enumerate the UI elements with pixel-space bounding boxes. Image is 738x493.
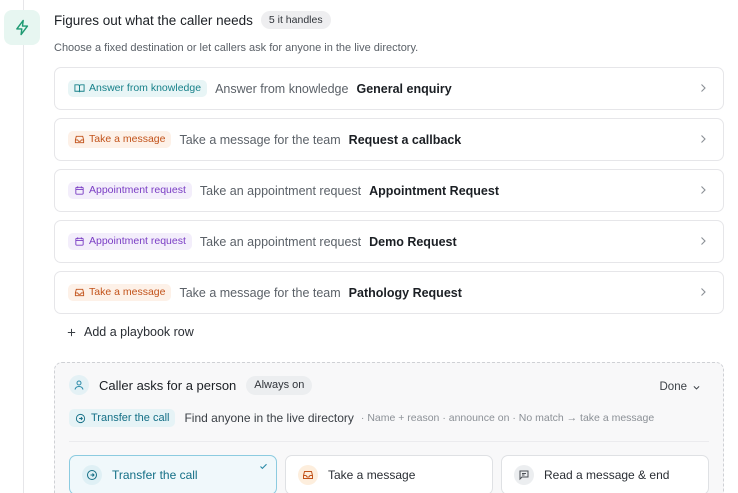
option-take-message[interactable]: Take a message [285, 455, 493, 493]
playbook-row[interactable]: Appointment request Take an appointment … [54, 220, 724, 263]
action-badge-label: Answer from knowledge [89, 81, 202, 94]
action-badge: Take a message [68, 130, 172, 149]
step-title: Figures out what the caller needs [54, 12, 253, 28]
option-transfer-call[interactable]: Transfer the call [69, 455, 277, 493]
row-name: Pathology Request [348, 285, 462, 300]
action-badge: Take a message [68, 283, 172, 302]
playbook-row[interactable]: Take a message Take a message for the te… [54, 118, 724, 161]
caller-asks-person-panel: Caller asks for a person Always on Done … [54, 362, 724, 493]
action-badge-label: Take a message [89, 132, 166, 145]
check-icon [260, 463, 267, 470]
step-subtitle: Choose a fixed destination or let caller… [54, 42, 419, 54]
person-header: Caller asks for a person Always on [69, 375, 313, 395]
option-label: Transfer the call [112, 468, 198, 482]
step-icon-tile [4, 10, 40, 45]
inbox-icon [74, 288, 85, 297]
action-badge-label: Take a message [89, 285, 166, 298]
lightning-icon [15, 19, 28, 36]
chevron-down-icon [693, 385, 700, 390]
row-name: Request a callback [348, 132, 462, 147]
person-options: Transfer the call Take a message Read a … [69, 455, 709, 493]
inbox-icon [74, 135, 85, 144]
add-playbook-row-button[interactable]: Add a playbook row [66, 325, 194, 339]
action-badge-label: Appointment request [89, 234, 186, 247]
row-name: General enquiry [356, 81, 452, 96]
row-description: Take an appointment request [199, 234, 362, 249]
done-dropdown[interactable]: Done [660, 381, 702, 393]
person-icon-tile [69, 375, 89, 395]
transfer-description: Find anyone in the live directory [184, 411, 354, 425]
option-read-message-end[interactable]: Read a message & end [501, 455, 709, 493]
playbook-row[interactable]: Take a message Take a message for the te… [54, 271, 724, 314]
chevron-right-icon [701, 288, 706, 296]
always-on-badge: Always on [246, 375, 313, 395]
transfer-icon [75, 413, 86, 423]
option-icon [298, 465, 318, 485]
row-description: Take a message for the team [179, 285, 341, 300]
divider [69, 441, 709, 442]
plus-icon [67, 328, 76, 336]
message-icon [519, 470, 529, 481]
user-icon [74, 380, 84, 390]
option-label: Take a message [328, 468, 416, 482]
row-description: Answer from knowledge [215, 81, 349, 96]
row-name: Appointment Request [369, 183, 499, 198]
inbox-icon [303, 471, 313, 479]
step-header: Figures out what the caller needs 5 it h… [54, 9, 331, 31]
transfer-icon [87, 470, 97, 480]
option-label: Read a message & end [544, 468, 670, 482]
playbook-row[interactable]: Appointment request Take an appointment … [54, 169, 724, 212]
playbook-row[interactable]: Answer from knowledge Answer from knowle… [54, 67, 724, 110]
book-icon [74, 84, 85, 93]
row-description: Take a message for the team [179, 132, 341, 147]
transfer-summary: Transfer the call Find anyone in the liv… [69, 409, 654, 427]
transfer-badge: Transfer the call [69, 409, 176, 427]
transfer-badge-label: Transfer the call [91, 412, 170, 424]
row-description: Take an appointment request [199, 183, 362, 198]
option-icon [514, 465, 534, 485]
transfer-meta: · Name + reason · announce on · No match… [360, 412, 655, 424]
chevron-right-icon [701, 84, 706, 92]
action-badge: Appointment request [68, 232, 192, 251]
option-icon [82, 465, 102, 485]
done-label: Done [659, 381, 688, 393]
chevron-right-icon [701, 237, 706, 245]
chevron-right-icon [701, 186, 706, 194]
person-title: Caller asks for a person [99, 377, 237, 393]
chevron-right-icon [701, 135, 706, 143]
handles-count-badge: 5 it handles [260, 10, 331, 30]
calendar-icon [75, 237, 84, 246]
playbook-rows: Answer from knowledge Answer from knowle… [54, 67, 724, 322]
action-badge: Appointment request [68, 181, 192, 200]
add-row-label: Add a playbook row [84, 325, 194, 339]
calendar-icon [75, 186, 84, 195]
action-badge-label: Appointment request [89, 183, 186, 196]
action-badge: Answer from knowledge [68, 79, 208, 98]
timeline-line [23, 0, 24, 493]
row-name: Demo Request [369, 234, 457, 249]
